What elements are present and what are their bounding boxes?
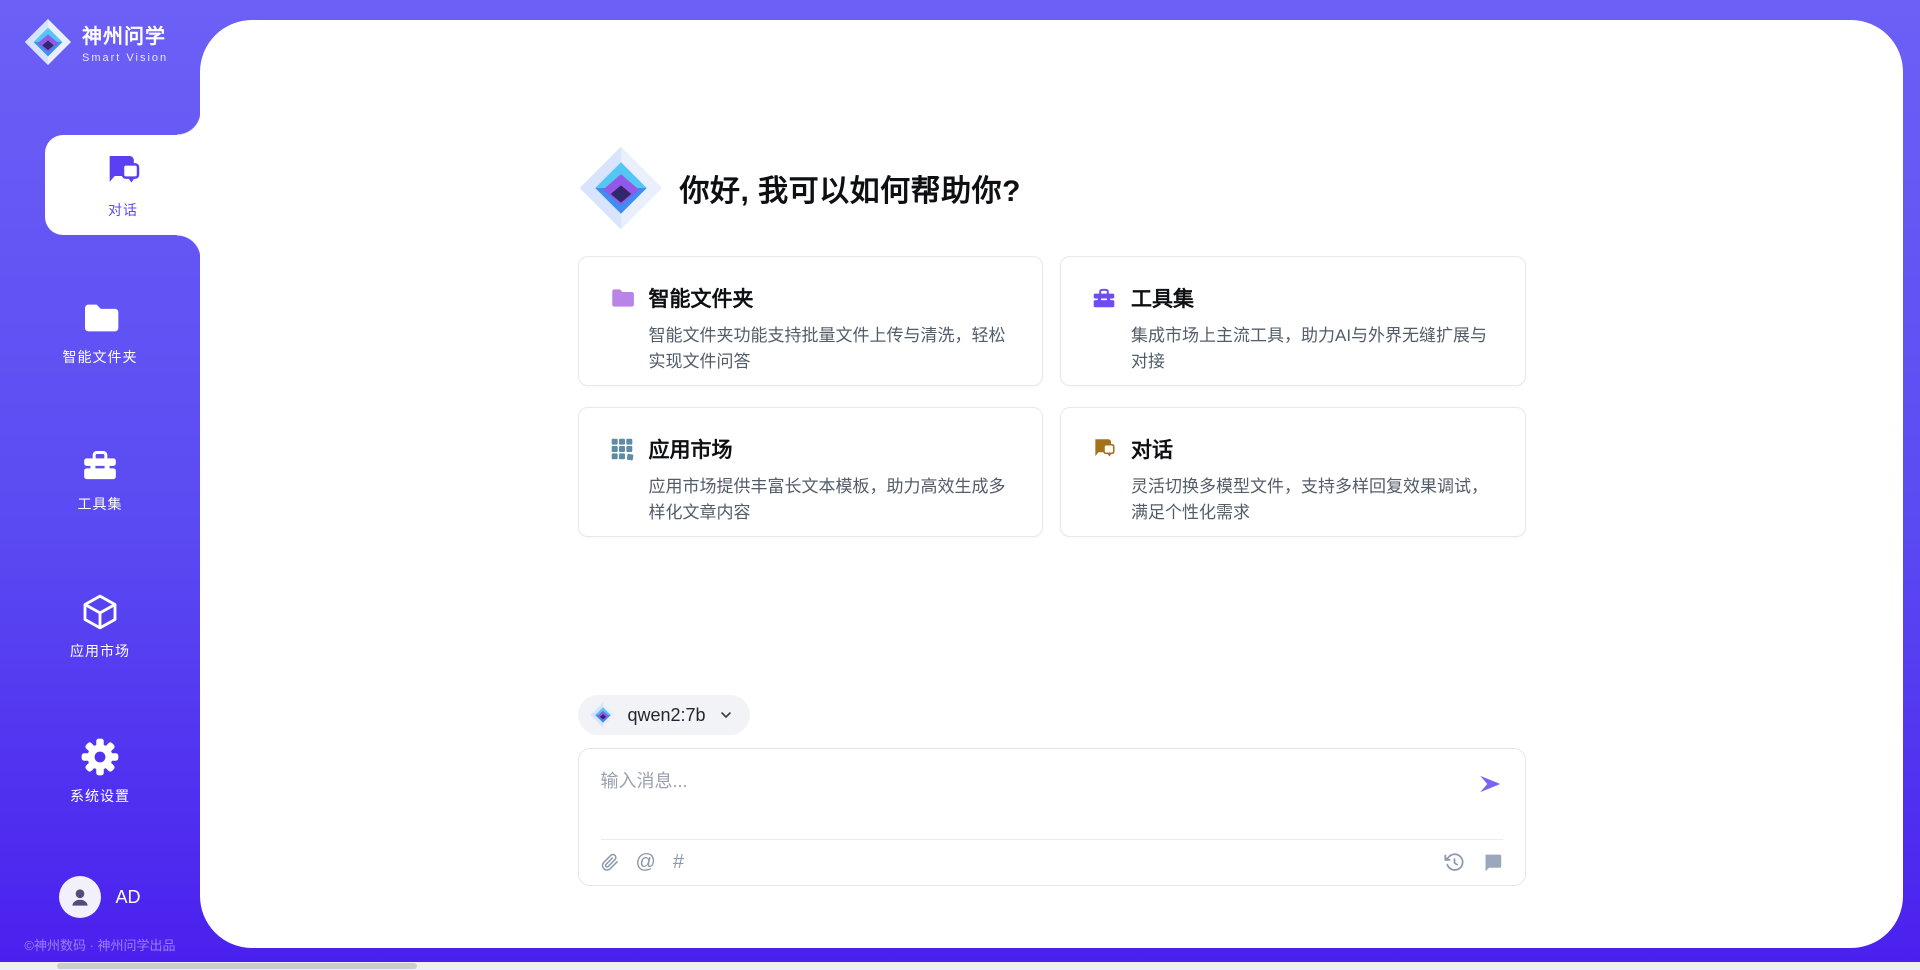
- feature-cards: 智能文件夹 智能文件夹功能支持批量文件上传与清洗，轻松实现文件问答 工具集 集成…: [578, 256, 1526, 537]
- message-composer: @ #: [578, 748, 1526, 886]
- brand-header: 神州问学 Smart Vision: [24, 18, 168, 66]
- sidebar: 神州问学 Smart Vision 对话 智能文件夹 工具集 应用市场 系统设置…: [0, 0, 200, 970]
- card-description: 智能文件夹功能支持批量文件上传与清洗，轻松实现文件问答: [649, 323, 1013, 376]
- message-input[interactable]: [601, 763, 1465, 821]
- brand-name: 神州问学: [82, 20, 168, 49]
- sidebar-item-smart-folder[interactable]: 智能文件夹: [0, 282, 200, 382]
- user-name: AD: [115, 887, 140, 908]
- sidebar-item-chat[interactable]: 对话: [45, 135, 201, 235]
- sidebar-item-app-market[interactable]: 应用市场: [0, 576, 200, 676]
- folder-icon: [80, 298, 120, 338]
- at-sign-icon[interactable]: @: [636, 852, 656, 873]
- chat-bubbles-icon: [1091, 436, 1117, 462]
- card-description: 应用市场提供丰富长文本模板，助力高效生成多样化文章内容: [649, 474, 1013, 527]
- model-name: qwen2:7b: [628, 705, 706, 726]
- sidebar-item-label: 工具集: [78, 494, 123, 514]
- footer-copyright: ©神州数码 · 神州问学出品: [0, 935, 200, 954]
- greeting-diamond-logo-icon: [578, 145, 664, 231]
- tab-fillet-top: [177, 111, 201, 135]
- card-toolset[interactable]: 工具集 集成市场上主流工具，助力AI与外界无缝扩展与对接: [1060, 256, 1526, 386]
- card-title: 工具集: [1131, 283, 1194, 313]
- avatar: [59, 876, 101, 918]
- send-arrow-icon[interactable]: [1477, 771, 1503, 797]
- toolbox-icon: [80, 445, 120, 485]
- greeting-text: 你好, 我可以如何帮助你?: [680, 166, 1022, 210]
- sidebar-item-label: 对话: [108, 200, 138, 220]
- user-profile[interactable]: AD: [0, 876, 200, 918]
- chat-square-icon[interactable]: [1482, 852, 1503, 873]
- chat-bubbles-icon: [103, 151, 143, 191]
- card-smart-folder[interactable]: 智能文件夹 智能文件夹功能支持批量文件上传与清洗，轻松实现文件问答: [578, 256, 1044, 386]
- grid-icon: [609, 436, 635, 462]
- model-selector[interactable]: qwen2:7b: [578, 695, 750, 735]
- sidebar-item-settings[interactable]: 系统设置: [0, 721, 200, 821]
- hash-icon[interactable]: #: [673, 852, 684, 873]
- card-title: 对话: [1131, 434, 1173, 464]
- chevron-down-icon: [718, 707, 734, 723]
- cube-icon: [80, 592, 120, 632]
- card-title: 应用市场: [649, 434, 733, 464]
- horizontal-scrollbar[interactable]: [0, 962, 1920, 970]
- gear-icon: [80, 737, 120, 777]
- paperclip-icon[interactable]: [601, 852, 619, 873]
- card-title: 智能文件夹: [649, 283, 754, 313]
- scrollbar-thumb[interactable]: [57, 963, 417, 969]
- brand-subtitle: Smart Vision: [82, 52, 168, 64]
- toolbox-icon: [1091, 285, 1117, 311]
- card-description: 集成市场上主流工具，助力AI与外界无缝扩展与对接: [1131, 323, 1495, 376]
- sidebar-item-toolset[interactable]: 工具集: [0, 429, 200, 529]
- card-description: 灵活切换多模型文件，支持多样回复效果调试，满足个性化需求: [1131, 474, 1495, 527]
- greeting-block: 你好, 我可以如何帮助你?: [578, 142, 1526, 234]
- diamond-logo-icon: [590, 702, 616, 728]
- sidebar-item-label: 系统设置: [70, 786, 130, 806]
- card-chat[interactable]: 对话 灵活切换多模型文件，支持多样回复效果调试，满足个性化需求: [1060, 407, 1526, 537]
- history-icon[interactable]: [1444, 852, 1465, 873]
- tab-fillet-bottom: [177, 235, 201, 259]
- person-avatar-icon: [67, 884, 93, 910]
- sidebar-item-label: 应用市场: [70, 641, 130, 661]
- card-app-market[interactable]: 应用市场 应用市场提供丰富长文本模板，助力高效生成多样化文章内容: [578, 407, 1044, 537]
- brand-diamond-logo-icon: [24, 18, 72, 66]
- folder-icon: [609, 285, 635, 311]
- sidebar-item-label: 智能文件夹: [63, 347, 138, 367]
